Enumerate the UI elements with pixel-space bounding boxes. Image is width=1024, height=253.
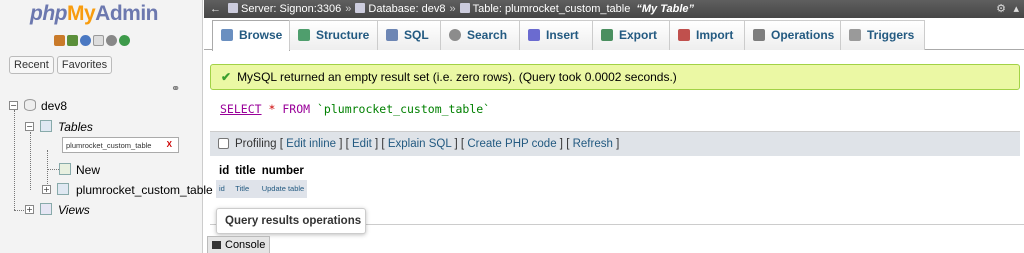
search-icon [449, 29, 461, 41]
views-icon [40, 203, 52, 215]
refresh-link[interactable]: Refresh [573, 138, 613, 150]
table-cell[interactable]: Title [232, 180, 259, 198]
clear-filter-icon[interactable]: X [167, 140, 172, 149]
table-filter-input[interactable]: plumrocket_custom_table X [62, 137, 179, 153]
home-icon[interactable] [54, 35, 65, 46]
expand-views-toggle[interactable]: + [25, 205, 34, 214]
profiling-checkbox[interactable] [218, 138, 229, 149]
query-results-operations: Query results operations [216, 208, 366, 234]
table-comment: “My Table” [636, 3, 695, 15]
link-with-main-panel-icon[interactable]: ⚭ [171, 82, 180, 95]
edit-inline-link[interactable]: Edit inline [286, 138, 336, 150]
collapse-db-toggle[interactable]: − [9, 101, 18, 110]
import-icon [678, 29, 690, 41]
create-php-code-link[interactable]: Create PHP code [467, 138, 556, 150]
wrench-icon [753, 29, 765, 41]
console-toggle[interactable]: Console [207, 236, 271, 253]
favorites-button[interactable]: Favorites [56, 56, 113, 74]
new-table-icon [59, 163, 71, 175]
success-check-icon: ✔ [221, 70, 232, 84]
docs-icon[interactable] [93, 35, 104, 46]
phpmyadmin-logo[interactable]: phpMyAdmin [30, 2, 158, 26]
tree-db-dev8[interactable]: dev8 [41, 99, 67, 113]
settings-icon[interactable] [106, 35, 117, 46]
sql-keyword-select[interactable]: SELECT [220, 102, 262, 116]
breadcrumb-server[interactable]: Server: Signon:3306 [241, 3, 341, 15]
sql-icon [386, 29, 398, 41]
column-header-number[interactable]: number [258, 163, 308, 180]
exit-icon[interactable] [67, 35, 78, 46]
tab-structure[interactable]: Structure [289, 20, 378, 50]
scroll-up-icon[interactable]: ▴ [1013, 0, 1019, 18]
tab-operations[interactable]: Operations [744, 20, 841, 50]
tree-table-plumrocket[interactable]: plumrocket_custom_table [76, 183, 213, 197]
results-table: id title number id Title Update table [216, 163, 308, 198]
table-icon [459, 3, 470, 13]
insert-icon [528, 29, 540, 41]
expand-table-toggle[interactable]: + [42, 185, 51, 194]
collapse-nav-icon[interactable]: ← [210, 0, 221, 18]
table-cell[interactable]: Update table [258, 180, 308, 198]
tab-insert[interactable]: Insert [519, 20, 593, 50]
table-tabs: Browse Structure SQL Search Insert Expor… [204, 18, 1024, 51]
tree-new[interactable]: New [76, 163, 100, 177]
help-icon[interactable] [80, 35, 91, 46]
server-icon [228, 3, 238, 13]
structure-icon [298, 29, 310, 41]
triggers-icon [849, 29, 861, 41]
tree-line [14, 210, 24, 211]
database-icon [355, 3, 366, 13]
tab-sql[interactable]: SQL [377, 20, 441, 50]
browse-icon [221, 29, 233, 41]
table-header-row: id title number [216, 163, 308, 180]
edit-link[interactable]: Edit [352, 138, 372, 150]
recent-button[interactable]: Recent [9, 56, 54, 74]
tab-search[interactable]: Search [440, 20, 520, 50]
reload-icon[interactable] [119, 35, 130, 46]
database-icon [24, 99, 36, 111]
profiling-bar: Profiling [ Edit inline ] [ Edit ] [ Exp… [210, 131, 1020, 156]
table-icon [57, 183, 69, 195]
tree-views[interactable]: Views [58, 203, 90, 217]
table-row: id Title Update table [216, 180, 308, 198]
breadcrumb-table[interactable]: Table: plumrocket_custom_table [473, 3, 631, 15]
console-icon [212, 241, 221, 249]
tree-tables[interactable]: Tables [58, 120, 93, 134]
tab-import[interactable]: Import [669, 20, 745, 50]
export-icon [601, 29, 613, 41]
explain-sql-link[interactable]: Explain SQL [388, 138, 452, 150]
tree-line [30, 132, 31, 190]
tables-icon [40, 120, 52, 132]
tab-export[interactable]: Export [592, 20, 670, 50]
tree-line [47, 169, 59, 170]
tab-browse[interactable]: Browse [212, 20, 290, 51]
recent-favorites-buttons: Recent Favorites [9, 56, 113, 74]
column-header-title[interactable]: title [232, 163, 259, 180]
success-message: ✔ MySQL returned an empty result set (i.e… [210, 64, 1020, 90]
tab-triggers[interactable]: Triggers [840, 20, 925, 50]
tree-line [14, 110, 15, 210]
tree-line [47, 150, 48, 190]
breadcrumb-bar: ← Server: Signon:3306» Database: dev8» Tab… [204, 0, 1024, 18]
gear-icon[interactable]: ⚙ [996, 0, 1006, 18]
breadcrumb: Server: Signon:3306» Database: dev8» Table… [228, 0, 694, 18]
sql-query-display: SELECT * FROM `plumrocket_custom_table` [210, 92, 1020, 130]
breadcrumb-database[interactable]: Database: dev8 [368, 3, 445, 15]
navigation-panel: phpMyAdmin Recent Favorites ⚭ − dev8 − T… [0, 0, 213, 253]
nav-icon-bar [54, 35, 130, 46]
collapse-tables-toggle[interactable]: − [25, 122, 34, 131]
table-cell[interactable]: id [216, 180, 233, 198]
column-header-id[interactable]: id [216, 163, 233, 180]
